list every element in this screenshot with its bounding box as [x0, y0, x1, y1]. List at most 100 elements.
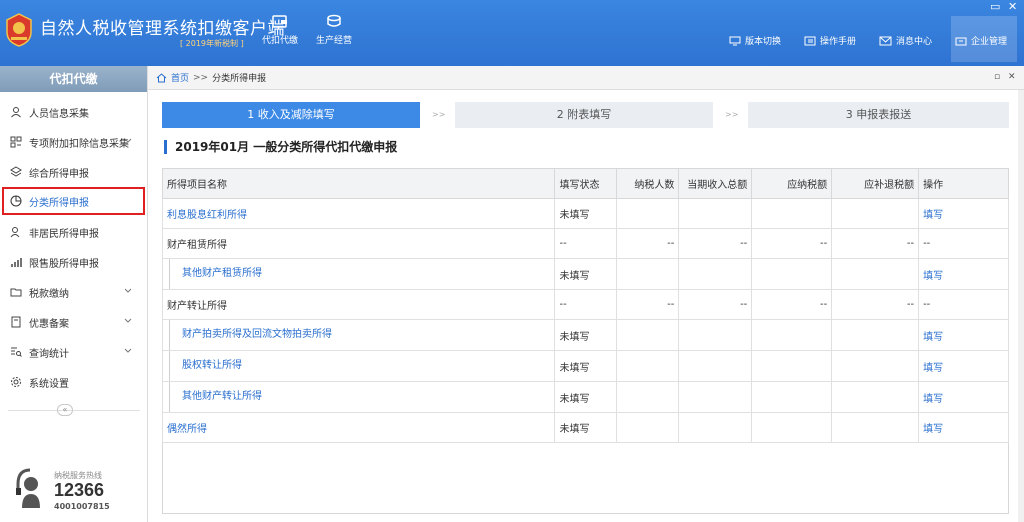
tab-restore-icon[interactable]: ▫ — [994, 72, 1000, 82]
mail-icon — [879, 36, 892, 45]
step-attachment[interactable]: 2 附表填写 — [455, 102, 713, 128]
row-count-cell — [616, 319, 680, 351]
tab-close-icon[interactable]: ✕ — [1008, 72, 1016, 82]
app-title: 自然人税收管理系统扣缴客户端 — [40, 19, 285, 39]
row-income-cell — [678, 258, 753, 290]
chevron-down-icon — [124, 138, 132, 143]
row-count-cell — [616, 381, 680, 413]
module-daikoudaijiao[interactable]: 代扣代缴 — [255, 14, 305, 46]
row-refund-cell — [831, 258, 920, 290]
hotline-phone: 4001007815 — [54, 502, 110, 511]
sidebar-item-restricted-shares[interactable]: 限售股所得申报 — [2, 248, 145, 276]
row-status-cell: 未填写 — [554, 412, 618, 443]
document-icon — [11, 316, 21, 328]
vertical-scrollbar[interactable] — [1018, 90, 1024, 522]
row-tax-cell — [751, 319, 833, 351]
folder-icon — [10, 288, 22, 297]
sidebar-item-system-settings[interactable]: 系统设置 — [2, 368, 145, 396]
manual-button[interactable]: 操作手册 — [804, 34, 856, 47]
col-header-income: 当期收入总额 — [678, 168, 753, 199]
row-count-cell — [616, 412, 680, 443]
sidebar-item-comprehensive-income[interactable]: 综合所得申报 — [2, 158, 145, 186]
row-name-cell[interactable]: 股权转让所得 — [161, 350, 556, 382]
version-switch-button[interactable]: 版本切换 — [729, 34, 781, 47]
fill-in-link[interactable]: 填写 — [918, 319, 1009, 351]
message-center-button[interactable]: 消息中心 — [879, 34, 932, 47]
gear-icon — [11, 377, 21, 387]
row-name-cell[interactable]: 其他财产转让所得 — [161, 381, 556, 413]
table-row: 财产租赁所得 -- -- -- -- -- -- — [161, 228, 1009, 259]
row-status-cell: 未填写 — [554, 319, 618, 351]
row-refund-cell — [831, 319, 920, 351]
fill-in-link[interactable]: 填写 — [918, 258, 1009, 290]
search-list-icon — [11, 347, 22, 357]
sidebar-item-personnel-info[interactable]: 人员信息采集 — [2, 98, 145, 126]
fill-in-link[interactable]: 填写 — [918, 412, 1009, 443]
home-icon[interactable] — [156, 72, 167, 83]
monitor-icon — [729, 36, 741, 45]
row-income-cell — [678, 381, 753, 413]
row-name-link[interactable]: 其他财产转让所得 — [169, 382, 550, 412]
row-count-cell: -- — [616, 289, 680, 320]
breadcrumb-home-link[interactable]: 首页 — [171, 71, 189, 84]
book-icon — [804, 36, 816, 45]
step-submit[interactable]: 3 申报表报送 — [748, 102, 1009, 128]
row-name-link[interactable]: 财产拍卖所得及回流文物拍卖所得 — [169, 320, 550, 350]
row-income-cell: -- — [678, 228, 753, 259]
sidebar-item-query-statistics[interactable]: 查询统计 — [2, 338, 145, 366]
bar-chart-icon — [11, 258, 22, 267]
row-refund-cell — [831, 412, 920, 443]
service-hotline: 纳税服务热线 12366 4001007815 — [14, 468, 144, 518]
chevron-down-icon — [124, 318, 132, 323]
fill-in-link[interactable]: 填写 — [918, 198, 1009, 229]
module-label: 生产经营 — [315, 36, 352, 46]
row-refund-cell: -- — [831, 289, 920, 320]
row-tax-cell: -- — [751, 228, 833, 259]
row-count-cell — [616, 198, 680, 229]
sidebar-divider — [8, 410, 140, 411]
table-row: 股权转让所得 未填写 填写 — [161, 350, 1009, 382]
app-header: 自然人税收管理系统扣缴客户端 [ 2019年新税制 ] 代扣代缴 生产经营 版本… — [0, 0, 1024, 66]
sidebar-item-preferential-filing[interactable]: 优惠备案 — [2, 308, 145, 336]
app-subtitle: [ 2019年新税制 ] — [180, 39, 244, 48]
breadcrumb-separator: >> — [193, 72, 209, 83]
person-icon — [10, 227, 20, 238]
row-income-cell — [678, 350, 753, 382]
sidebar-item-special-deduction[interactable]: 专项附加扣除信息采集 — [2, 128, 145, 156]
module-shengchanjingying[interactable]: 生产经营 — [309, 14, 359, 46]
row-tax-cell: -- — [751, 289, 833, 320]
module-label: 代扣代缴 — [261, 36, 298, 46]
row-count-cell — [616, 258, 680, 290]
fill-in-link[interactable]: 填写 — [918, 350, 1009, 382]
grid-icon — [10, 136, 22, 148]
row-count-cell: -- — [616, 228, 680, 259]
row-status-cell: -- — [554, 228, 618, 259]
table-header-row: 所得项目名称 填写状态 纳税人数 当期收入总额 应纳税额 应补退税额 操作 — [161, 168, 1009, 199]
row-refund-cell — [831, 381, 920, 413]
row-name-cell[interactable]: 偶然所得 — [161, 412, 556, 443]
sidebar-item-non-resident[interactable]: 非居民所得申报 — [2, 218, 145, 246]
step-income-deduction[interactable]: 1 收入及减除填写 — [162, 102, 420, 128]
row-name-cell[interactable]: 利息股息红利所得 — [161, 198, 556, 229]
close-button[interactable]: ✕ — [1008, 1, 1017, 12]
fill-in-link[interactable]: 填写 — [918, 381, 1009, 413]
row-income-cell — [678, 198, 753, 229]
sidebar-item-classified-income[interactable]: 分类所得申报 — [2, 187, 145, 215]
row-name-cell: 财产租赁所得 — [161, 228, 556, 259]
row-income-cell — [678, 412, 753, 443]
row-name-link[interactable]: 股权转让所得 — [169, 351, 550, 381]
row-name-cell[interactable]: 财产拍卖所得及回流文物拍卖所得 — [161, 319, 556, 351]
row-name-cell[interactable]: 其他财产租赁所得 — [161, 258, 556, 290]
row-income-cell — [678, 319, 753, 351]
maximize-button[interactable]: ▭ — [990, 1, 1000, 12]
sidebar-collapse-button[interactable]: « — [57, 404, 73, 416]
row-status-cell: -- — [554, 289, 618, 320]
row-refund-cell: -- — [831, 228, 920, 259]
col-header-operation: 操作 — [918, 168, 1009, 199]
sidebar-item-tax-payment[interactable]: 税款缴纳 — [2, 278, 145, 306]
row-status-cell: 未填写 — [554, 258, 618, 290]
row-name-link[interactable]: 其他财产租赁所得 — [169, 259, 550, 289]
enterprise-manage-button[interactable]: 企业管理 — [955, 34, 1007, 47]
sidebar: 代扣代缴 人员信息采集 专项附加扣除信息采集 综合所得申报 分类所得申报 非居民… — [0, 66, 148, 522]
tax-emblem-icon — [6, 13, 32, 47]
